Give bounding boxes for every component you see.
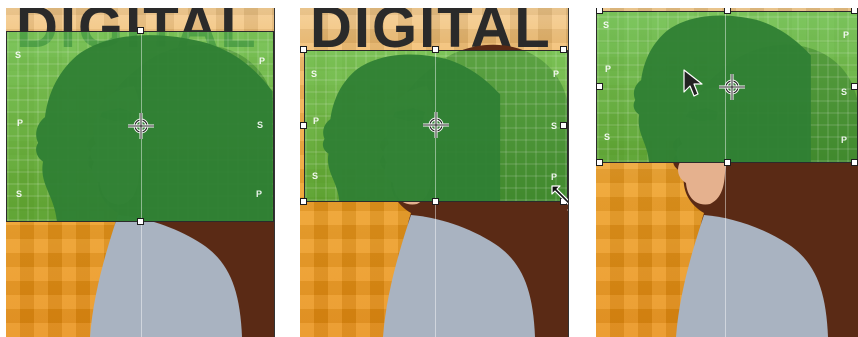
overlay-letter-2: P	[17, 118, 24, 128]
bottom-left-handle[interactable]	[596, 159, 603, 166]
overlay-letter-2: P	[313, 116, 320, 126]
bottom-center-handle[interactable]	[137, 218, 144, 225]
top-left-handle[interactable]	[300, 46, 307, 53]
bottom-left-handle[interactable]	[300, 198, 307, 205]
overlay-letter-6: P	[841, 135, 848, 145]
overlay-letter-4: P	[553, 69, 560, 79]
overlay-letter-4: P	[843, 30, 850, 40]
top-right-handle[interactable]	[560, 46, 567, 53]
panel-moved: S P S P S P	[596, 8, 858, 337]
crosshair-icon[interactable]	[719, 74, 745, 100]
middle-right-handle[interactable]	[560, 122, 567, 129]
arrow-cursor-icon[interactable]	[682, 68, 704, 98]
top-center-handle[interactable]	[432, 46, 439, 53]
overlay-letter-3: S	[604, 132, 611, 142]
overlay-letter-3: S	[16, 189, 23, 199]
middle-right-handle[interactable]	[851, 83, 858, 90]
overlay-letter-1: S	[603, 20, 610, 30]
crosshair-icon[interactable]	[423, 112, 449, 138]
vertical-guide	[141, 31, 142, 337]
overlay-letter-1: S	[15, 50, 22, 60]
vertical-guide	[725, 11, 726, 337]
bottom-right-handle[interactable]	[851, 159, 858, 166]
crosshair-icon[interactable]	[128, 113, 154, 139]
top-center-handle[interactable]	[137, 27, 144, 34]
vertical-guide	[435, 50, 436, 337]
top-center-handle[interactable]	[724, 8, 731, 14]
overlay-letter-6: P	[256, 189, 263, 199]
panel-resizing: DIGITAL S P S P S P	[300, 8, 569, 337]
bottom-center-handle[interactable]	[432, 198, 439, 205]
middle-left-handle[interactable]	[596, 83, 603, 90]
overlay-letter-1: S	[311, 69, 318, 79]
overlay-letter-5: S	[257, 120, 264, 130]
top-left-handle[interactable]	[596, 8, 603, 14]
overlay-letter-4: P	[259, 56, 266, 66]
top-right-handle[interactable]	[851, 8, 858, 14]
resize-diagonal-icon[interactable]	[548, 182, 569, 214]
overlay-letter-2: P	[605, 64, 612, 74]
overlay-letter-6: P	[551, 172, 558, 182]
overlay-letter-5: S	[841, 87, 848, 97]
overlay-letter-3: S	[312, 171, 319, 181]
bottom-center-handle[interactable]	[724, 159, 731, 166]
overlay-letter-5: S	[551, 121, 558, 131]
panel-before: DIGITAL S P S P S P	[6, 8, 275, 337]
middle-left-handle[interactable]	[300, 122, 307, 129]
